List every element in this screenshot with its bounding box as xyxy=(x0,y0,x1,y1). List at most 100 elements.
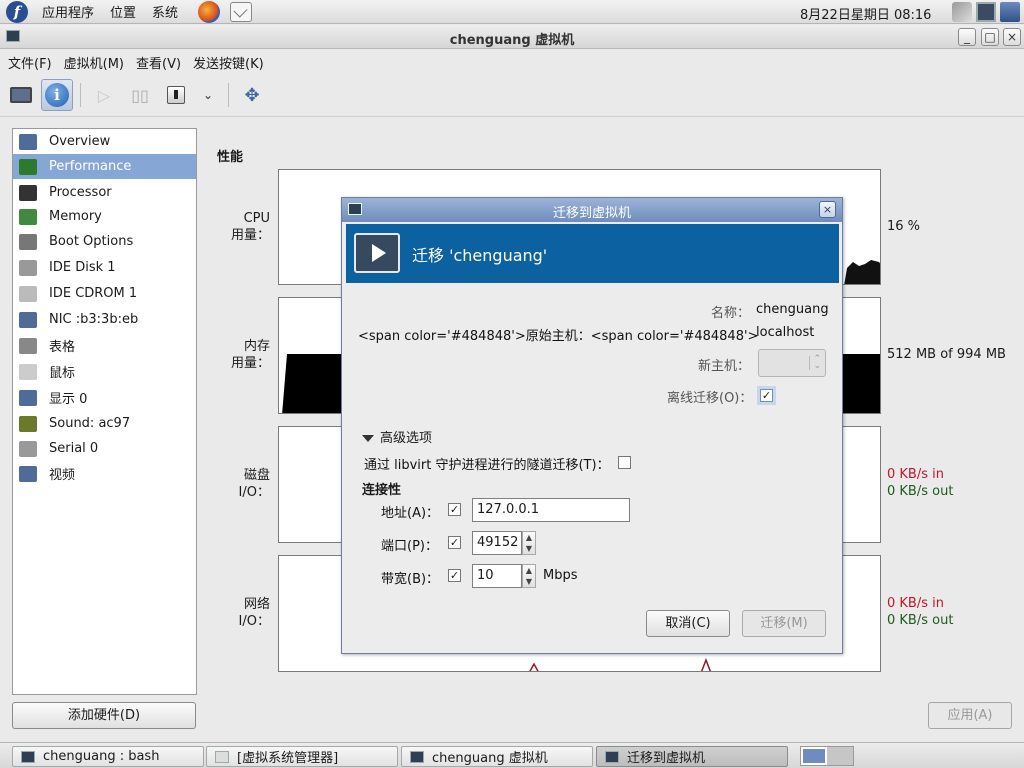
expander-triangle-icon xyxy=(362,435,374,442)
workspace-1[interactable] xyxy=(801,747,828,765)
address-label: 地址(A)： xyxy=(381,506,440,521)
chart-icon xyxy=(19,158,37,175)
window-title: chenguang 虚拟机 xyxy=(449,33,575,48)
add-hardware-button[interactable]: 添加硬件(D) xyxy=(12,702,196,729)
shutdown-button[interactable] xyxy=(160,79,192,111)
memory-value: 512 MB of 994 MB xyxy=(887,347,1006,362)
minimize-button[interactable]: _ xyxy=(958,28,976,46)
sound-icon xyxy=(19,415,37,432)
sidebar-item-显示-0[interactable]: 显示 0 xyxy=(13,385,196,410)
shutdown-menu-button[interactable]: ⌄ xyxy=(192,79,224,111)
task-migrate-dialog[interactable]: 迁移到虚拟机 xyxy=(596,746,788,767)
disk-in-value: 0 KB/s in xyxy=(887,467,944,482)
sidebar-item-鼠标[interactable]: 鼠标 xyxy=(13,359,196,384)
fullscreen-button[interactable]: ✥ xyxy=(236,79,268,111)
task-terminal[interactable]: chenguang : bash xyxy=(12,746,204,767)
sidebar-item-label: IDE CDROM 1 xyxy=(49,286,138,301)
sidebar-item-label: Memory xyxy=(49,209,102,224)
advanced-options-expander[interactable]: 高级选项 xyxy=(362,427,432,446)
sidebar-item-boot-options[interactable]: Boot Options xyxy=(13,229,196,254)
port-label: 端口(P)： xyxy=(381,539,438,554)
network-tray-icon[interactable] xyxy=(1000,2,1020,22)
cdrom-icon xyxy=(19,285,37,302)
dialog-close-button[interactable]: × xyxy=(819,201,836,218)
window-titlebar[interactable]: chenguang 虚拟机 _ □ × xyxy=(0,25,1024,49)
firefox-icon[interactable] xyxy=(198,0,221,23)
address-input[interactable]: 127.0.0.1 xyxy=(472,498,630,522)
task-vm-window[interactable]: chenguang 虚拟机 xyxy=(401,746,593,767)
close-button[interactable]: × xyxy=(1003,28,1021,46)
workspace-switcher[interactable] xyxy=(800,746,854,766)
menu-places[interactable]: 位置 xyxy=(102,2,144,21)
mail-icon[interactable] xyxy=(230,1,253,22)
sidebar-item-label: 表格 xyxy=(49,340,76,355)
dialog-titlebar[interactable]: 迁移到虚拟机 × xyxy=(342,198,842,222)
console-button[interactable] xyxy=(5,79,37,111)
serial-icon xyxy=(19,440,37,457)
workspace-2[interactable] xyxy=(827,747,853,765)
original-host-value: localhost xyxy=(756,325,815,340)
sidebar-item-label: 鼠标 xyxy=(49,366,76,381)
bandwidth-input[interactable]: 10 xyxy=(472,564,522,588)
offline-checkbox[interactable]: ✓ xyxy=(760,389,773,402)
network-in-value: 0 KB/s in xyxy=(887,596,944,611)
network-label-line2: I/O： xyxy=(238,614,270,629)
gear-icon xyxy=(19,233,37,250)
bandwidth-checkbox[interactable]: ✓ xyxy=(448,569,461,582)
new-host-combo[interactable]: ⌃ ⌄ xyxy=(758,349,826,377)
sidebar-item-ide-disk-1[interactable]: IDE Disk 1 xyxy=(13,255,196,280)
monitor-icon xyxy=(10,87,32,103)
hardware-list[interactable]: Overview Performance Processor Memory Boot O… xyxy=(12,128,197,695)
sidebar-item-label: Boot Options xyxy=(49,234,134,249)
sidebar-item-performance[interactable]: Performance xyxy=(13,154,196,179)
advanced-options-label: 高级选项 xyxy=(380,431,433,446)
cancel-button[interactable]: 取消(C) xyxy=(646,610,730,637)
task-vm-manager[interactable]: [虚拟系统管理器] xyxy=(206,746,398,767)
terminal-icon xyxy=(21,750,35,763)
details-button[interactable]: i xyxy=(41,79,73,111)
sidebar-item-label: Sound: ac97 xyxy=(49,416,131,431)
sidebar-item-ide-cdrom-1[interactable]: IDE CDROM 1 xyxy=(13,281,196,306)
memory-icon xyxy=(19,208,37,225)
menu-view[interactable]: 查看(V) xyxy=(132,53,189,72)
address-checkbox[interactable]: ✓ xyxy=(448,503,461,516)
menubar: 文件(F) 虚拟机(M) 查看(V) 发送按键(K) xyxy=(0,50,1024,74)
chevron-down-icon: ⌄ xyxy=(202,88,214,102)
menu-system[interactable]: 系统 xyxy=(144,2,186,21)
keys-icon[interactable] xyxy=(952,2,972,22)
tunnel-checkbox[interactable] xyxy=(618,456,631,469)
sidebar-item-视频[interactable]: 视频 xyxy=(13,461,196,486)
menu-send-key[interactable]: 发送按键(K) xyxy=(189,53,272,72)
port-spinner[interactable]: ▲ ▼ xyxy=(522,531,536,555)
port-checkbox[interactable]: ✓ xyxy=(448,536,461,549)
fedora-logo-icon[interactable]: f xyxy=(6,0,28,23)
memory-label-line1: 内存 xyxy=(243,339,270,354)
menu-applications[interactable]: 应用程序 xyxy=(34,2,102,21)
cpu-label-line1: CPU xyxy=(243,211,270,226)
port-input[interactable]: 49152 xyxy=(472,531,522,555)
sidebar-item-processor[interactable]: Processor xyxy=(13,180,196,205)
task-vm-manager-label: [虚拟系统管理器] xyxy=(237,751,339,766)
menu-vm[interactable]: 虚拟机(M) xyxy=(60,53,132,72)
maximize-button[interactable]: □ xyxy=(981,28,999,46)
menu-file[interactable]: 文件(F) xyxy=(4,53,60,72)
sidebar-item-serial-0[interactable]: Serial 0 xyxy=(13,436,196,461)
clock[interactable]: 8月22日星期日 08:16 xyxy=(800,4,931,23)
migrate-button[interactable]: 迁移(M) xyxy=(742,610,826,637)
vm-tray-icon[interactable] xyxy=(976,2,996,22)
sidebar-item-表格[interactable]: 表格 xyxy=(13,333,196,358)
vm-manager-icon xyxy=(215,750,229,763)
bandwidth-spinner[interactable]: ▲ ▼ xyxy=(522,564,536,588)
run-button[interactable]: ▷ xyxy=(88,79,120,111)
sidebar-item-memory[interactable]: Memory xyxy=(13,204,196,229)
connectivity-heading: 连接性 xyxy=(362,483,402,498)
pause-icon: ▯▯ xyxy=(131,85,149,105)
pause-button[interactable]: ▯▯ xyxy=(124,79,156,111)
sidebar-item-nic-b3-3b-eb[interactable]: NIC :b3:3b:eb xyxy=(13,307,196,332)
sidebar-item-overview[interactable]: Overview xyxy=(13,129,196,154)
apply-button[interactable]: 应用(A) xyxy=(928,702,1012,729)
bandwidth-unit: Mbps xyxy=(543,568,578,583)
system-tray xyxy=(952,2,1020,22)
cpu-label-line2: 用量： xyxy=(230,228,270,243)
sidebar-item-sound-ac97[interactable]: Sound: ac97 xyxy=(13,411,196,436)
